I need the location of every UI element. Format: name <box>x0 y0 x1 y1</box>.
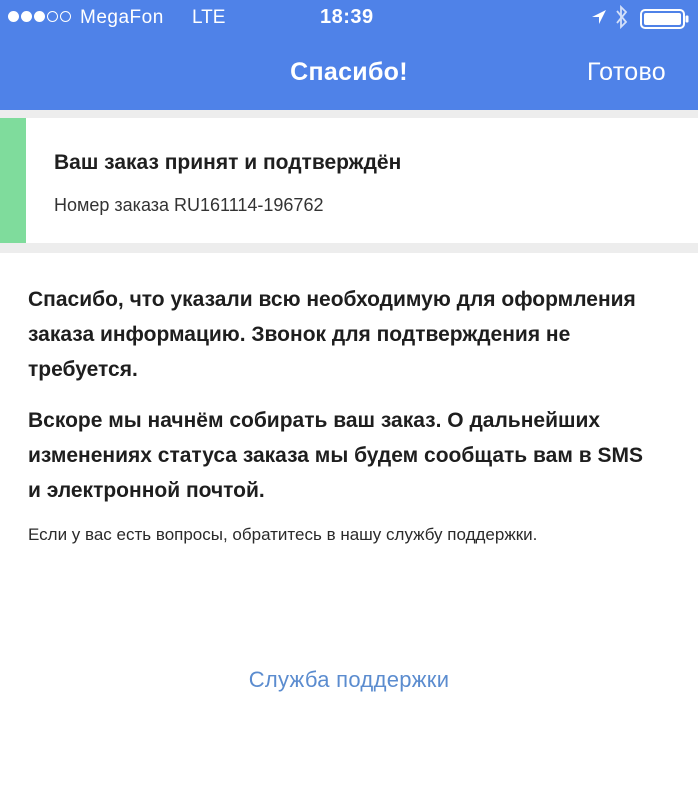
card-accent-bar <box>0 118 26 243</box>
thank-you-paragraph: Спасибо, что указали всю необходимую для… <box>28 288 636 381</box>
location-arrow-icon <box>592 10 606 24</box>
support-note: Если у вас есть вопросы, обратитесь в на… <box>28 525 538 544</box>
done-button[interactable]: Готово <box>587 58 666 87</box>
app-header: MegaFon LTE 18:39 Спасибо! Готово <box>0 0 698 110</box>
message-body: Спасибо, что указали всю необходимую для… <box>28 282 648 567</box>
separator <box>0 243 698 253</box>
signal-strength-icon <box>8 11 71 22</box>
next-steps-paragraph: Вскоре мы начнём собирать ваш заказ. О д… <box>28 409 643 502</box>
carrier-name: MegaFon <box>80 7 164 28</box>
order-number: Номер заказа RU161114-196762 <box>54 195 324 215</box>
separator <box>0 110 698 118</box>
order-confirmation-card: Ваш заказ принят и подтверждён Номер зак… <box>0 118 698 243</box>
bluetooth-icon <box>616 4 628 30</box>
status-bar: MegaFon LTE 18:39 <box>0 0 698 36</box>
network-type: LTE <box>192 7 226 28</box>
order-status-title: Ваш заказ принят и подтверждён <box>54 151 402 174</box>
support-link[interactable]: Служба поддержки <box>0 667 698 693</box>
battery-icon <box>640 9 689 29</box>
status-time: 18:39 <box>320 6 374 28</box>
